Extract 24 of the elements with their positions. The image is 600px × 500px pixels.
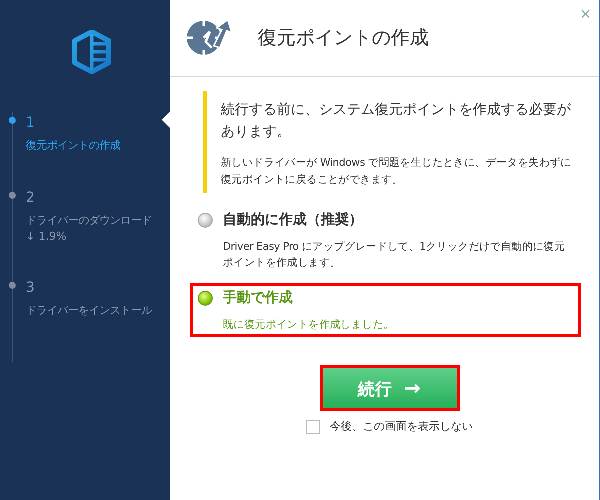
close-button[interactable]: × <box>576 2 595 27</box>
step-label: 復元ポイントの作成 <box>26 138 122 153</box>
step-dot <box>9 192 16 199</box>
step-dot <box>9 117 16 124</box>
radio-button[interactable] <box>198 212 213 228</box>
step-label: ドライバーのダウンロード <box>26 213 153 228</box>
step-label: ドライバーをインストール <box>26 303 154 318</box>
option-description: 既に復元ポイントを作成しました。 <box>223 318 396 333</box>
step-dot <box>9 282 16 289</box>
checkbox-label[interactable]: 今後、この画面を表示しない <box>330 419 473 434</box>
option-label[interactable]: 手動で作成 <box>223 289 293 307</box>
step-number: 1 <box>26 114 35 132</box>
notice-heading: 続行する前に、システム復元ポイントを作成する必要があります。 <box>221 101 572 142</box>
logo-icon <box>72 30 112 74</box>
step-number: 3 <box>26 279 35 297</box>
download-progress: ↓ 1.9% <box>26 230 68 243</box>
checkbox[interactable] <box>306 420 320 434</box>
step-number: 2 <box>26 189 35 207</box>
option-label[interactable]: 自動的に作成（推奨） <box>223 211 363 229</box>
dialog-title: 復元ポイントの作成 <box>258 26 429 51</box>
option-description: Driver Easy Pro にアップグレードして、1クリックだけで自動的に復元ポイントを作成します。 <box>223 240 566 271</box>
radio-button[interactable] <box>198 290 213 306</box>
continue-button[interactable]: 続行 → <box>322 368 456 408</box>
notice-text: 新しいドライバーが Windows で問題を生じたときに、データを失わずに復元ポイントに戻ることができます。 <box>221 156 572 188</box>
